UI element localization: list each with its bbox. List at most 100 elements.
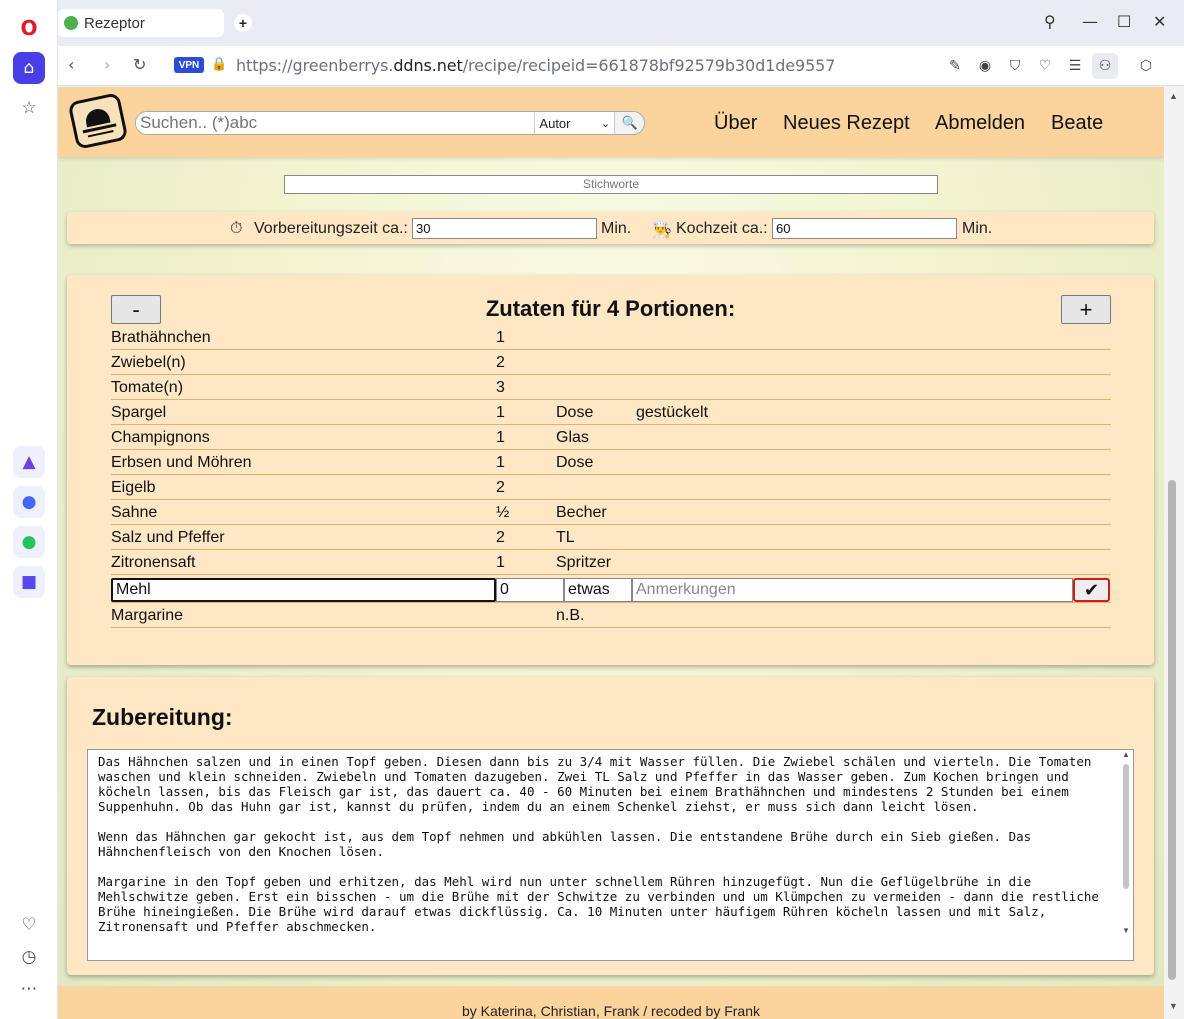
preparation-title: Zubereitung: [92,704,233,730]
ingredient-row[interactable]: Margarine n.B. [111,603,1111,628]
music-player-icon[interactable]: ■ [13,566,45,598]
site-header: Autor ⌄ 🔍 Über Neues Rezept Abmelden Bea… [58,87,1164,157]
edit-note-input[interactable]: Anmerkungen [632,578,1073,602]
site-footer: by Katerina, Christian, Frank / recoded … [58,986,1164,1019]
ingredient-name: Sahne [111,504,158,521]
cook-time-unit: Min. [962,220,993,237]
ingredient-row[interactable]: Zwiebel(n) 2 [111,350,1111,375]
prep-time-input[interactable]: 30 [412,218,597,239]
star-icon[interactable]: ☆ [13,92,45,124]
adblock-icon[interactable]: ⛉ [1004,55,1026,77]
page-viewport: Autor ⌄ 🔍 Über Neues Rezept Abmelden Bea… [58,87,1164,1019]
search-bar: Autor ⌄ 🔍 [135,111,645,135]
forward-icon[interactable]: › [104,55,110,74]
menu-user[interactable]: Beate [1051,112,1103,135]
preparation-scrollbar[interactable]: ▲ ▼ [1119,750,1133,960]
chef-icon: 👨‍🍳 [652,222,672,239]
ingredient-name: Tomate(n) [111,379,184,396]
ingredient-name: Eigelb [111,479,156,496]
home-icon[interactable]: ⌂ [13,52,45,84]
ingredient-row[interactable]: Salz und Pfeffer 2 TL [111,525,1111,550]
address-bar: ‹ › ↻ VPN 🔒 https://greenberrys.ddns.net… [58,46,1184,86]
bookmark-heart-icon[interactable]: ♡ [1034,55,1056,77]
ingredient-row[interactable]: Brathähnchen 1 [111,325,1111,350]
ingredient-qty: 3 [496,379,505,396]
ingredient-row[interactable]: Sahne ½ Becher [111,500,1111,525]
url-path: /recipe/recipeid=661878bf92579b30d1de955… [462,56,836,75]
search-tabs-icon[interactable]: ⚲ [1044,12,1056,31]
increase-portions-button[interactable]: + [1061,295,1111,324]
more-icon[interactable]: ⋯ [13,973,45,1005]
profile-icon[interactable]: ⚇ [1092,53,1118,79]
ingredient-row[interactable]: Tomate(n) 3 [111,375,1111,400]
ingredient-note: gestückelt [636,404,709,421]
menu-about[interactable]: Über [714,112,757,135]
ingredient-row[interactable]: Eigelb 2 [111,475,1111,500]
ingredient-name: Zitronensaft [111,554,196,571]
close-icon[interactable]: ✕ [1153,12,1166,31]
share-icon[interactable]: ✎ [944,55,966,77]
whatsapp-icon[interactable]: ● [13,526,45,558]
scrollbar-thumb[interactable] [1168,480,1176,980]
ingredient-qty: 2 [496,479,505,496]
minimize-icon[interactable]: — [1082,12,1098,31]
easy-setup-icon[interactable]: ☰ [1064,55,1086,77]
preparation-textarea[interactable]: Das Hähnchen salzen und in einen Topf ge… [87,749,1134,961]
back-icon[interactable]: ‹ [68,55,74,74]
ingredient-qty: 1 [496,454,505,471]
url-field[interactable]: https://greenberrys.ddns.net/recipe/reci… [236,56,835,75]
ingredient-row[interactable]: Zitronensaft 1 Spritzer [111,550,1111,575]
confirm-ingredient-button[interactable]: ✔ [1073,578,1110,602]
search-button[interactable]: 🔍 [614,112,644,134]
prep-time-label: Vorbereitungszeit ca.: [254,220,408,237]
ingredient-unit: TL [556,529,575,546]
tags-input[interactable]: Stichworte [284,175,938,194]
favicon-icon [64,16,78,30]
browser-sidebar: O ⌂ ☆ ▲ ● ● ■ ♡ ◷ ⋯ [0,0,58,1019]
ingredient-unit: Becher [556,504,607,521]
extensions-icon[interactable]: ⬡ [1135,55,1157,77]
cloche-logo-icon[interactable] [67,92,129,150]
search-filter-select[interactable]: Autor ⌄ [534,112,614,134]
ingredient-qty: 1 [496,404,505,421]
vpn-badge[interactable]: VPN [174,57,204,73]
heart-icon[interactable]: ♡ [13,909,45,941]
edit-name-input[interactable]: Mehl [111,578,496,602]
reload-icon[interactable]: ↻ [133,55,146,74]
search-input[interactable] [136,112,535,134]
stopwatch-icon: ⏱ [230,220,243,237]
ingredient-qty: 1 [496,329,505,346]
camera-icon[interactable]: ◉ [974,55,996,77]
new-tab-button[interactable]: + [234,14,252,32]
ingredients-title: Zutaten für 4 Portionen: [485,296,736,321]
ingredient-name: Margarine [111,607,184,624]
ingredient-qty: 1 [496,429,505,446]
ingredient-unit: Dose [556,404,594,421]
menu-new-recipe[interactable]: Neues Rezept [783,112,910,135]
aria-icon[interactable]: ▲ [13,446,45,478]
menu-logout[interactable]: Abmelden [935,112,1025,135]
ingredient-qty: 2 [496,354,505,371]
edit-unit-input[interactable]: etwas [564,578,632,602]
tab-rezeptor[interactable]: Rezeptor [58,9,224,37]
ingredient-qty: 1 [496,554,505,571]
ingredient-row[interactable]: Spargel 1 Dose gestückelt [111,400,1111,425]
ingredient-unit: Dose [556,454,594,471]
lock-icon[interactable]: 🔒 [211,56,227,72]
edit-qty-input[interactable]: 0 [496,578,564,602]
ingredient-name: Champignons [111,429,210,446]
ingredient-edit-row: Mehl 0 etwas Anmerkungen ✔ [111,575,1111,603]
page-scrollbar[interactable]: ▲ ▼ [1164,87,1184,1019]
prep-time-unit: Min. [601,220,632,237]
ingredient-row[interactable]: Champignons 1 Glas [111,425,1111,450]
time-panel: ⏱ Vorbereitungszeit ca.: 30 Min. 👨‍🍳 Koc… [67,212,1154,244]
opera-logo-icon[interactable]: O [13,12,45,44]
history-icon[interactable]: ◷ [13,941,45,973]
ingredient-row[interactable]: Erbsen und Möhren 1 Dose [111,450,1111,475]
ingredient-name: Zwiebel(n) [111,354,186,371]
ingredient-qty: ½ [496,504,510,521]
url-prefix: https://greenberrys. [236,56,394,75]
maximize-icon[interactable]: ☐ [1117,12,1131,31]
cook-time-input[interactable]: 60 [772,218,957,239]
messenger-icon[interactable]: ● [13,486,45,518]
